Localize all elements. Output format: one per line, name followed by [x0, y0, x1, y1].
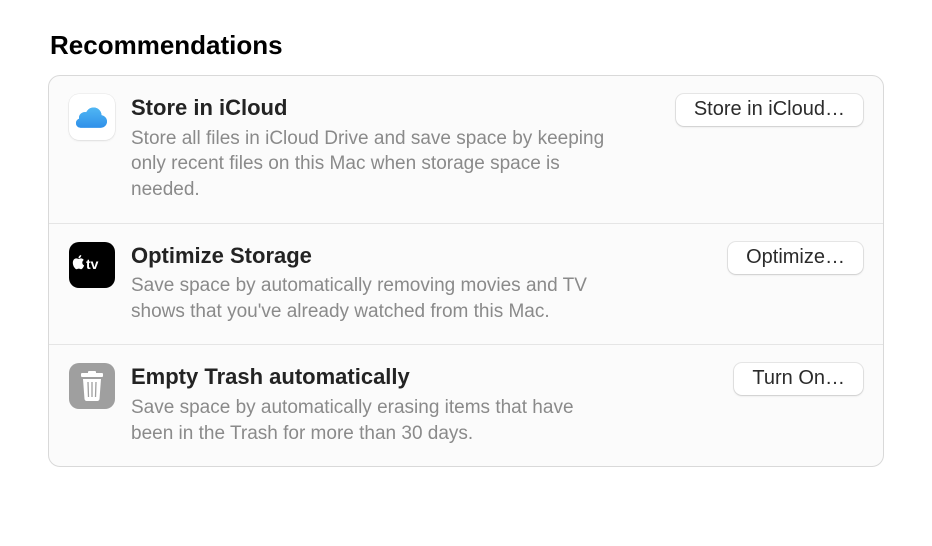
- svg-text:tv: tv: [86, 256, 99, 272]
- recommendations-panel: Store in iCloud Store all files in iClou…: [48, 75, 884, 467]
- recommendation-row-optimize-storage: tv Optimize Storage Save space by automa…: [49, 223, 883, 345]
- item-description: Save space by automatically removing mov…: [131, 273, 621, 324]
- recommendation-row-empty-trash: Empty Trash automatically Save space by …: [49, 344, 883, 466]
- item-title: Store in iCloud: [131, 94, 621, 123]
- turn-on-button[interactable]: Turn On…: [734, 363, 863, 395]
- apple-tv-icon: tv: [69, 242, 115, 288]
- section-title: Recommendations: [48, 30, 884, 61]
- icloud-icon: [69, 94, 115, 140]
- item-title: Empty Trash automatically: [131, 363, 621, 392]
- item-description: Save space by automatically erasing item…: [131, 395, 621, 446]
- optimize-button[interactable]: Optimize…: [728, 242, 863, 274]
- recommendation-row-store-in-icloud: Store in iCloud Store all files in iClou…: [49, 76, 883, 223]
- item-description: Store all files in iCloud Drive and save…: [131, 126, 621, 203]
- trash-icon: [69, 363, 115, 409]
- store-in-icloud-button[interactable]: Store in iCloud…: [676, 94, 863, 126]
- item-title: Optimize Storage: [131, 242, 621, 271]
